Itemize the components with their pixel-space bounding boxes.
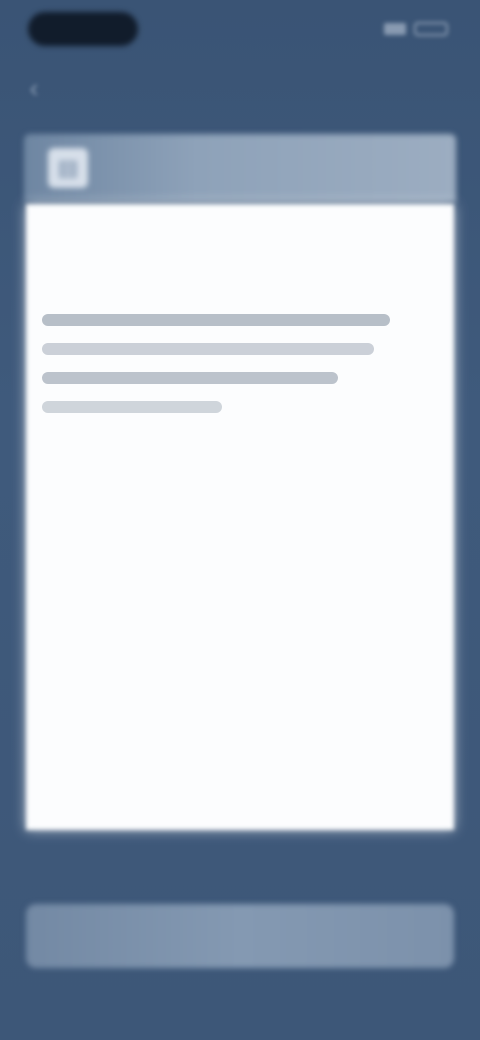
- status-bar: [0, 0, 480, 60]
- app-screen: ‹ ▤: [0, 0, 480, 1040]
- text-line: [42, 372, 338, 384]
- content-text: [42, 314, 392, 430]
- status-indicators: [358, 18, 448, 40]
- panel-header: ▤: [24, 134, 456, 202]
- dynamic-island: [28, 12, 138, 46]
- content-card: [26, 204, 454, 830]
- page-title: [140, 76, 340, 100]
- battery-icon: [414, 22, 448, 36]
- text-line: [42, 314, 390, 326]
- text-line: [42, 401, 222, 413]
- text-line: [42, 343, 374, 355]
- document-icon: ▤: [48, 148, 88, 188]
- navigation-bar: ‹: [0, 60, 480, 116]
- back-chevron-icon[interactable]: ‹: [20, 74, 48, 102]
- primary-action-button[interactable]: [26, 904, 454, 968]
- signal-icon: [384, 23, 406, 35]
